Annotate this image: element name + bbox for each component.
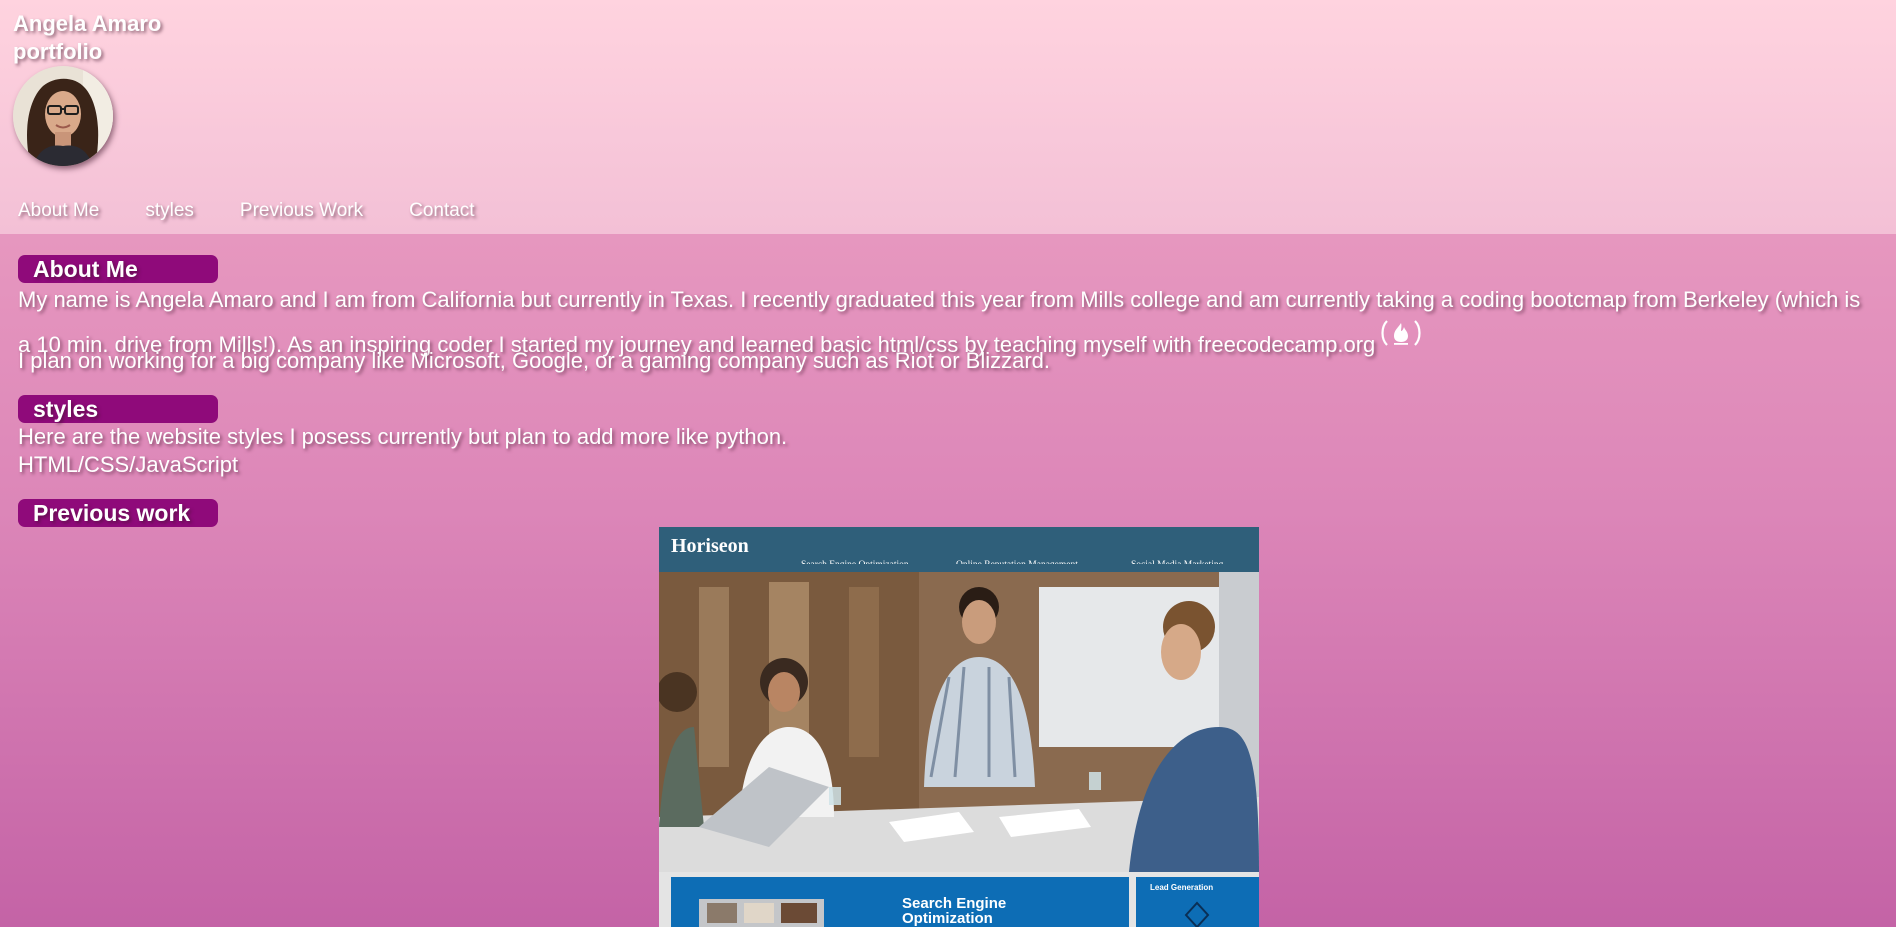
site-title: Angela Amaro portfolio — [13, 10, 233, 66]
styles-description: Here are the website styles I posess cur… — [18, 424, 788, 449]
nav-previous-work[interactable]: Previous Work — [240, 200, 363, 222]
nav-styles[interactable]: styles — [145, 200, 194, 222]
avatar — [13, 66, 113, 166]
about-paragraph-2: I plan on working for a big company like… — [18, 348, 1051, 373]
site-title-name: Angela Amaro — [13, 11, 162, 36]
header: Angela Amaro portfolio About Me styles P… — [0, 0, 1896, 234]
styles-heading: styles — [18, 395, 218, 423]
about-heading: About Me — [18, 255, 218, 283]
nav-contact[interactable]: Contact — [409, 200, 474, 222]
site-title-sub: portfolio — [13, 39, 103, 64]
nav-about-me[interactable]: About Me — [18, 200, 99, 222]
styles-list: HTML/CSS/JavaScript — [18, 452, 239, 477]
project-brand: Horiseon — [671, 535, 749, 557]
project-screenshot-horiseon[interactable]: Horiseon Search Engine Optimization Onli… — [659, 527, 1259, 927]
project-side-title: Lead Generation — [1150, 883, 1213, 892]
project-card-title-2: Optimization — [902, 910, 993, 927]
main-nav: About Me styles Previous Work Contact — [18, 200, 521, 222]
previous-work-heading: Previous work — [18, 499, 218, 527]
